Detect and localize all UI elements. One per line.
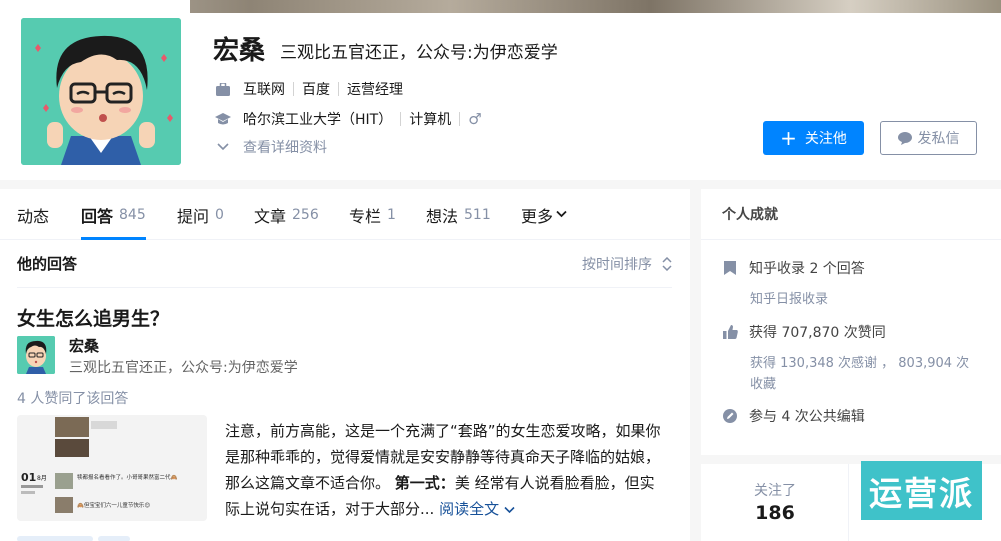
tab-answers[interactable]: 回答 845 (81, 189, 146, 240)
answers-list-header: 他的回答 按时间排序 (17, 240, 672, 288)
main-content-card: 动态 回答 845 提问 0 文章 256 专栏 1 想法 511 更多 他的回… (0, 189, 690, 541)
profile-headline: 三观比五官还正，公众号:为伊恋爱学 (280, 43, 558, 63)
divider (701, 239, 1001, 240)
read-more-link[interactable]: 阅读全文 (439, 500, 515, 518)
work-company: 百度 (302, 82, 330, 98)
tab-label: 动态 (17, 206, 50, 226)
thumbs-up-icon (722, 324, 738, 340)
tab-label: 想法 (426, 206, 459, 226)
divider (338, 82, 339, 96)
cartoon-avatar-illustration (21, 18, 181, 165)
education-school: 哈尔滨工业大学（HIT） (243, 112, 393, 128)
achievements-card: 个人成就 知乎收录 2 个回答 知乎日报收录 获得 707,870 次赞同 获得… (701, 189, 1001, 455)
achievement-edits-text: 参与 4 次公共编辑 (749, 409, 865, 425)
work-info: 互联网 百度 运营经理 (215, 79, 403, 99)
view-details-label: 查看详细资料 (243, 140, 327, 156)
divider (293, 82, 294, 96)
answer-thumbnail[interactable]: 01 8月 犊都报名看看作了。小哥哥果然富二代🙈 🙈但宝宝们六一儿童节快乐😊 (17, 415, 207, 521)
chevron-down-icon (504, 506, 515, 514)
thumb-month: 8月 (37, 475, 47, 482)
achievement-thanks: 获得 130,348 次感谢 ， 803,904 次收藏 (750, 356, 970, 392)
action-button-stub[interactable] (98, 536, 130, 541)
tab-label: 更多 (521, 206, 554, 226)
divider (400, 112, 402, 126)
tab-count: 1 (387, 206, 396, 223)
vote-count[interactable]: 4 人赞同了该回答 (17, 388, 128, 408)
question-title[interactable]: 女生怎么追男生？ (17, 304, 169, 331)
following-label: 关注了 (754, 483, 796, 499)
tab-label: 专栏 (349, 206, 382, 226)
sort-label: 按时间排序 (582, 256, 652, 273)
cartoon-avatar-illustration (17, 336, 55, 374)
bookmark-icon (722, 260, 738, 276)
profile-name: 宏桑 (213, 36, 266, 66)
divider (459, 112, 461, 126)
excerpt-bold: 第一式： (394, 474, 455, 492)
achievement-collected-text: 知乎收录 2 个回答 (749, 261, 865, 277)
chevron-down-icon (215, 139, 231, 155)
edit-icon (722, 408, 738, 424)
view-details-link[interactable]: 查看详细资料 (215, 137, 327, 157)
education-info: 哈尔滨工业大学（HIT） 计算机 ♂ (215, 109, 482, 129)
sort-arrows-icon (662, 256, 672, 271)
follow-button[interactable]: + 关注他 (763, 121, 864, 155)
graduation-cap-icon (215, 111, 231, 127)
tab-label: 回答 (81, 206, 114, 226)
send-message-label: 发私信 (917, 131, 960, 147)
achievement-collected: 知乎收录 2 个回答 (722, 258, 865, 278)
work-industry: 互联网 (243, 82, 285, 98)
thumb-date: 01 (21, 471, 36, 484)
follow-button-label: 关注他 (804, 131, 847, 147)
tab-activity[interactable]: 动态 (17, 189, 49, 240)
tab-count: 256 (292, 206, 319, 223)
cover-image (0, 0, 1001, 13)
thumb-chat-line-1: 犊都报名看看作了。小哥哥果然富二代🙈 (77, 473, 178, 481)
chat-bubble-icon (897, 131, 912, 145)
read-more-label: 阅读全文 (439, 500, 500, 518)
following-count: 186 (755, 502, 795, 524)
answer-excerpt[interactable]: 注意，前方高能，这是一个充满了“套路”的女生恋爱攻略，如果你是那种乖乖的，觉得爱… (225, 418, 665, 522)
tab-count: 511 (464, 206, 491, 223)
answers-list-title: 他的回答 (17, 255, 78, 273)
thumb-chat-line-2: 🙈但宝宝们六一儿童节快乐😊 (77, 501, 150, 509)
education-major: 计算机 (409, 112, 452, 128)
chevron-down-icon (556, 208, 567, 221)
tab-label: 提问 (177, 206, 210, 226)
author-name[interactable]: 宏桑 (69, 335, 99, 356)
action-button-stub[interactable] (17, 536, 93, 541)
sort-dropdown[interactable]: 按时间排序 (582, 254, 672, 274)
work-position: 运营经理 (347, 82, 403, 98)
tab-questions[interactable]: 提问 0 (177, 189, 224, 240)
plus-icon: + (780, 126, 797, 150)
achievement-daily: 知乎日报收录 (750, 292, 829, 307)
male-icon: ♂ (468, 110, 482, 128)
profile-avatar[interactable] (21, 18, 181, 165)
achievement-edits: 参与 4 次公共编辑 (722, 406, 865, 426)
achievements-title: 个人成就 (722, 207, 778, 223)
profile-header: 宏桑 三观比五官还正，公众号:为伊恋爱学 互联网 百度 运营经理 哈尔滨工业大学… (0, 13, 1001, 180)
watermark-logo: 运营派 (861, 461, 982, 520)
achievement-likes-text: 获得 707,870 次赞同 (749, 325, 886, 341)
author-bio: 三观比五官还正，公众号:为伊恋爱学 (69, 360, 298, 376)
tab-columns[interactable]: 专栏 1 (349, 189, 396, 240)
briefcase-icon (215, 81, 231, 97)
tab-articles[interactable]: 文章 256 (254, 189, 319, 240)
profile-tabs: 动态 回答 845 提问 0 文章 256 专栏 1 想法 511 更多 (0, 189, 690, 240)
send-message-button[interactable]: 发私信 (880, 121, 977, 155)
tab-label: 文章 (254, 206, 287, 226)
achievement-likes: 获得 707,870 次赞同 (722, 322, 886, 342)
tab-thoughts[interactable]: 想法 511 (426, 189, 491, 240)
tab-more[interactable]: 更多 (521, 189, 567, 240)
tab-count: 845 (119, 206, 146, 223)
author-avatar[interactable] (17, 336, 55, 374)
chat-screenshot-thumbnail: 01 8月 犊都报名看看作了。小哥哥果然富二代🙈 🙈但宝宝们六一儿童节快乐😊 (17, 415, 207, 521)
tab-count: 0 (215, 206, 224, 223)
following-stat[interactable]: 关注了 186 (701, 464, 849, 541)
